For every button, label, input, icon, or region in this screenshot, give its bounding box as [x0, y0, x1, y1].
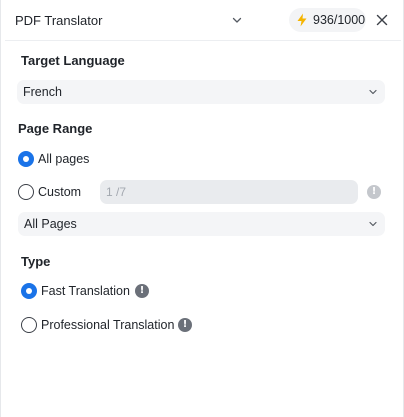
custom-range-info-icon[interactable]: ! — [367, 185, 381, 199]
chevron-down-icon — [369, 221, 377, 227]
credits-count: 936/1000 — [313, 13, 366, 27]
pages-select-value: All Pages — [24, 217, 77, 231]
close-icon[interactable] — [373, 11, 391, 29]
chevron-down-icon — [369, 89, 377, 95]
professional-translation-radio[interactable] — [21, 317, 37, 333]
custom-label: Custom — [38, 185, 82, 199]
pages-select[interactable]: All Pages — [18, 212, 385, 236]
lightning-icon — [297, 13, 307, 27]
tool-select-value: PDF Translator — [15, 12, 103, 28]
fast-translation-info-icon[interactable]: ! — [135, 284, 149, 298]
professional-translation-label: Professional Translation — [41, 318, 175, 332]
fast-translation-radio[interactable] — [21, 283, 37, 299]
target-language-value: French — [23, 85, 62, 99]
fast-translation-label: Fast Translation — [41, 284, 130, 298]
target-language-select[interactable]: French — [17, 80, 385, 104]
translator-panel: PDF Translator 936/1000 Target Language … — [0, 0, 404, 417]
chevron-down-icon — [232, 17, 242, 23]
all-pages-radio[interactable] — [18, 151, 34, 167]
custom-range-input[interactable] — [100, 180, 358, 204]
panel-header: PDF Translator 936/1000 — [1, 0, 404, 40]
target-language-label: Target Language — [21, 53, 125, 68]
header-divider — [5, 40, 401, 41]
custom-radio[interactable] — [18, 184, 34, 200]
type-label: Type — [21, 254, 51, 269]
page-range-label: Page Range — [18, 121, 93, 136]
credits-badge[interactable]: 936/1000 — [289, 8, 366, 32]
professional-translation-info-icon[interactable]: ! — [178, 318, 192, 332]
tool-select[interactable]: PDF Translator — [7, 7, 251, 33]
all-pages-label: All pages — [38, 152, 90, 166]
